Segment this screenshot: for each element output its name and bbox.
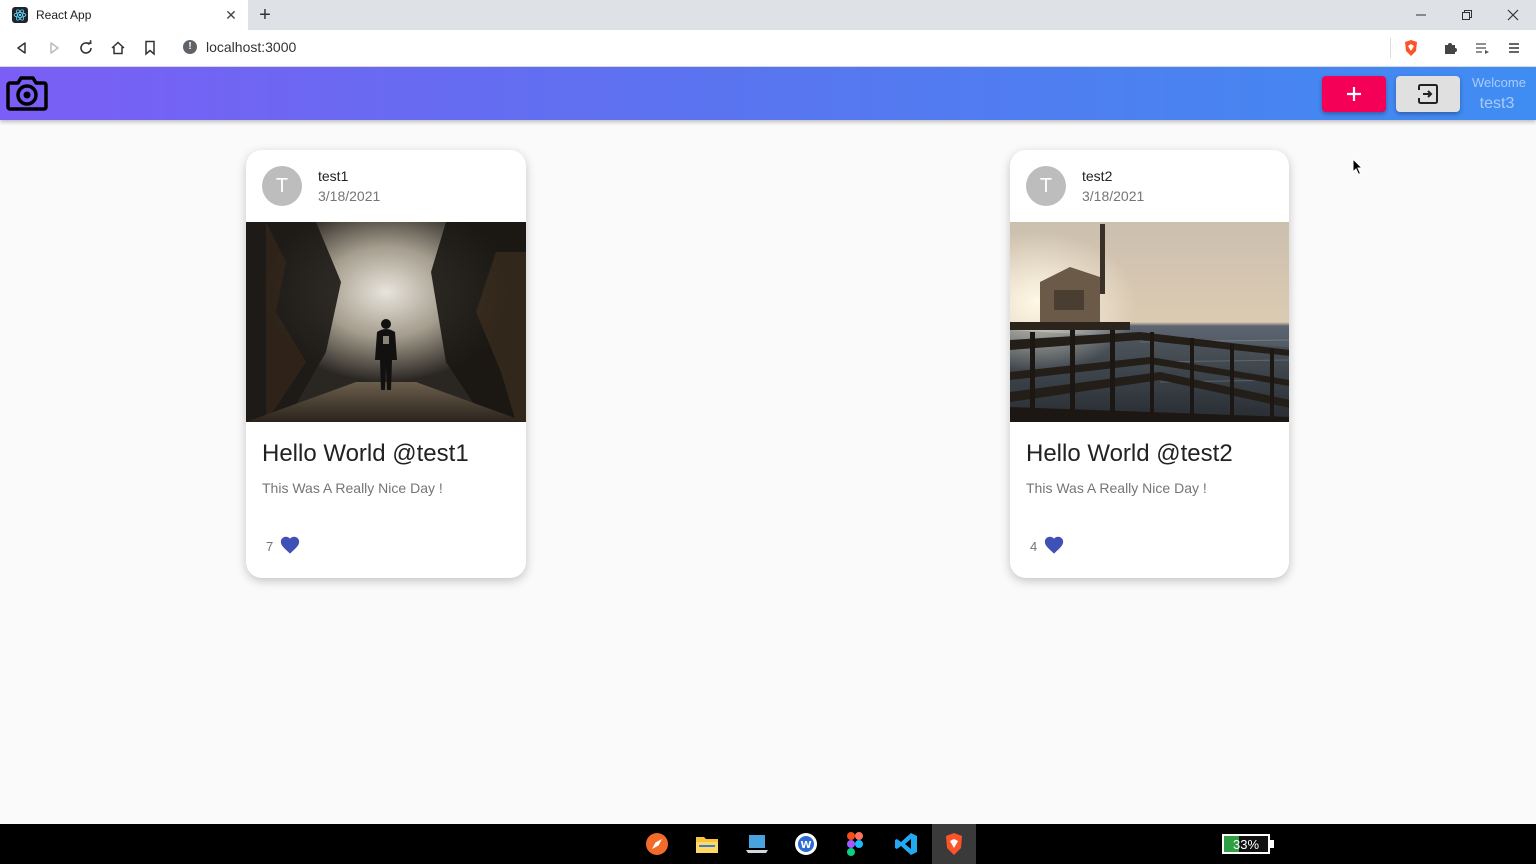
battery-indicator: 33% [1222,834,1270,854]
post-author: test1 [318,168,349,184]
brave-browser-icon[interactable] [932,824,976,864]
welcome-label: Welcome [1472,75,1526,90]
site-info-icon[interactable]: ! [183,40,197,54]
post-date: 3/18/2021 [318,188,381,204]
home-icon[interactable] [108,38,128,58]
mouse-cursor-icon [1352,157,1364,181]
post-date: 3/18/2021 [1082,188,1145,204]
heart-icon[interactable] [1043,534,1065,556]
browser-tab[interactable]: React App ✕ [0,0,248,30]
like-count: 4 [1030,539,1038,554]
bookmark-icon[interactable] [140,38,160,58]
exit-to-app-icon [1417,84,1438,104]
file-explorer-icon[interactable] [695,832,719,856]
post-card: T test1 3/18/2021 Hello World @test1 Thi… [246,150,526,578]
post-image [246,222,526,422]
wps-writer-icon[interactable]: W [794,832,818,856]
post-title: Hello World @test2 [1026,440,1233,467]
avatar: T [262,166,302,206]
menu-icon[interactable] [1504,38,1524,58]
reload-icon[interactable] [76,38,96,58]
like-count: 7 [266,539,274,554]
close-window-icon[interactable] [1498,4,1528,26]
camera-icon[interactable] [6,75,48,111]
logout-button[interactable] [1396,76,1460,112]
tab-close-icon[interactable]: ✕ [222,6,240,24]
battery-percentage: 33% [1232,837,1260,852]
heart-icon[interactable] [279,534,301,556]
browser-tab-bar: React App ✕ + [0,0,1536,30]
laptop-app-icon[interactable] [745,832,769,856]
back-icon[interactable] [12,38,32,58]
minimize-icon[interactable] [1406,4,1436,26]
tab-title: React App [36,8,92,22]
compass-app-icon[interactable] [645,832,669,856]
address-bar[interactable]: localhost:3000 [206,39,296,55]
brave-shield-icon[interactable] [1401,38,1421,58]
restore-icon[interactable] [1452,4,1482,26]
current-username: test3 [1479,95,1515,112]
battery-tip [1270,840,1274,848]
post-card: T test2 3/18/2021 Hello World @test2 Thi… [1010,150,1289,578]
os-taskbar: W 33% [0,824,1536,864]
post-body: This Was A Really Nice Day ! [1026,480,1207,496]
browser-toolbar: ! localhost:3000 [0,30,1536,67]
forward-icon[interactable] [44,38,64,58]
vscode-icon[interactable] [894,832,918,856]
toolbar-divider [1390,38,1391,58]
app-bar: Welcome test3 [0,67,1536,120]
post-title: Hello World @test1 [262,440,469,467]
react-favicon-icon [12,7,28,23]
new-tab-button[interactable]: + [256,4,274,26]
post-body: This Was A Really Nice Day ! [262,480,443,496]
avatar: T [1026,166,1066,206]
extensions-icon[interactable] [1440,38,1460,58]
plus-icon [1347,87,1361,101]
svg-text:W: W [800,840,811,851]
post-image [1010,222,1289,422]
add-post-button[interactable] [1322,76,1386,112]
figma-icon[interactable] [843,832,867,856]
post-author: test2 [1082,168,1113,184]
media-playlist-icon[interactable] [1472,38,1492,58]
